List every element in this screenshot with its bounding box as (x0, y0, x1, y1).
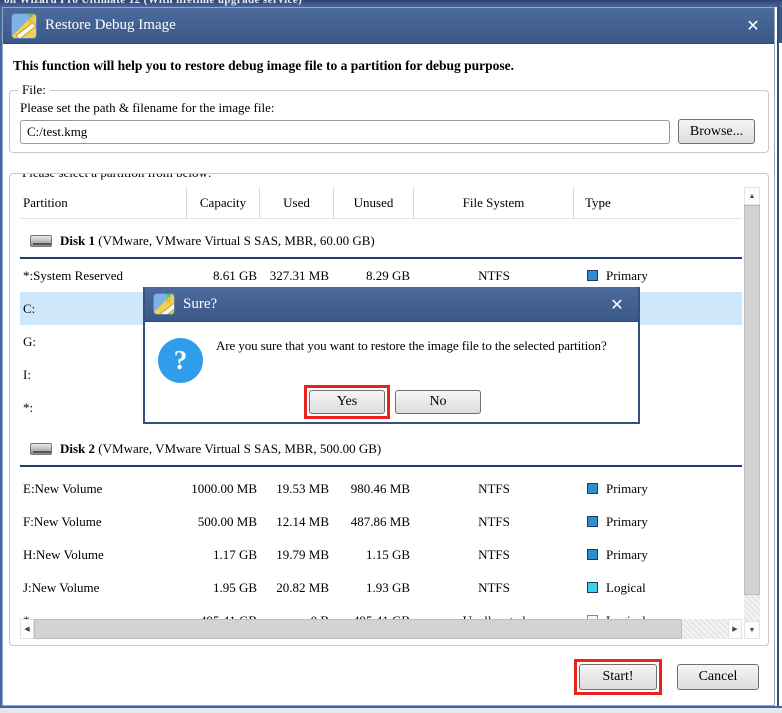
dialog-titlebar: Restore Debug Image ✕ (3, 8, 774, 44)
scroll-left-icon[interactable]: ◀ (20, 619, 34, 639)
yes-button[interactable]: Yes (309, 390, 385, 414)
confirm-message: Are you sure that you want to restore th… (216, 338, 607, 354)
primary-type-icon (587, 483, 598, 494)
table-header-row: Partition Capacity Used Unused File Syst… (20, 187, 742, 219)
question-icon: ? (158, 338, 203, 383)
horizontal-scrollbar-thumb[interactable] (34, 619, 682, 639)
start-button[interactable]: Start! (579, 664, 657, 690)
column-header-used[interactable]: Used (260, 187, 334, 218)
file-path-input[interactable] (20, 120, 670, 144)
file-path-label: Please set the path & filename for the i… (20, 100, 275, 116)
partition-name-cell: J:New Volume (20, 571, 187, 604)
capacity-cell: 1.17 GB (187, 538, 260, 571)
app-wand-icon (153, 293, 175, 315)
used-cell: 19.79 MB (260, 538, 334, 571)
column-header-file-system[interactable]: File System (414, 187, 574, 218)
primary-type-icon (587, 549, 598, 560)
used-cell: 12.14 MB (260, 505, 334, 538)
scroll-down-icon[interactable]: ▼ (744, 621, 760, 639)
type-label: Primary (606, 481, 648, 497)
browse-button[interactable]: Browse... (678, 119, 755, 144)
background-window-right-edge (777, 0, 779, 713)
close-icon[interactable]: ✕ (742, 15, 764, 37)
file-system-cell: NTFS (414, 538, 574, 571)
scroll-right-icon[interactable]: ▶ (728, 619, 742, 639)
column-header-type[interactable]: Type (574, 187, 742, 218)
partition-row[interactable]: J:New Volume1.95 GB20.82 MB1.93 GBNTFS Lo… (20, 571, 742, 604)
type-cell: Primary (574, 505, 742, 538)
horizontal-scrollbar[interactable]: ◀ ▶ (20, 619, 742, 639)
type-cell: Logical (574, 571, 742, 604)
background-window-title: on Wizard Pro Ultimate 12 (With lifetime… (4, 0, 302, 6)
partition-row[interactable]: F:New Volume500.00 MB12.14 MB487.86 MBNT… (20, 505, 742, 538)
column-header-partition[interactable]: Partition (20, 187, 187, 218)
partition-name-cell: F:New Volume (20, 505, 187, 538)
file-system-cell: NTFS (414, 505, 574, 538)
cancel-button[interactable]: Cancel (677, 664, 759, 690)
partition-row[interactable]: H:New Volume1.17 GB19.79 MB1.15 GBNTFS Pr… (20, 538, 742, 571)
partition-name-cell: E:New Volume (20, 472, 187, 505)
type-cell: Primary (574, 472, 742, 505)
type-label: Primary (606, 547, 648, 563)
partition-name-cell: H:New Volume (20, 538, 187, 571)
capacity-cell: 500.00 MB (187, 505, 260, 538)
partition-row[interactable]: E:New Volume1000.00 MB19.53 MB980.46 MBN… (20, 472, 742, 505)
disk-label: Disk 1 (60, 233, 95, 249)
file-groupbox-legend: File: (18, 82, 50, 98)
unused-cell: 487.86 MB (334, 505, 414, 538)
type-label: Primary (606, 514, 648, 530)
capacity-cell: 1000.00 MB (187, 472, 260, 505)
vertical-scrollbar-thumb[interactable] (744, 205, 760, 595)
unused-cell: 980.46 MB (334, 472, 414, 505)
disk-icon (30, 443, 52, 455)
disk-icon (30, 235, 52, 247)
confirm-dialog-titlebar: Sure? ✕ (145, 287, 638, 322)
file-system-cell: NTFS (414, 571, 574, 604)
no-button[interactable]: No (395, 390, 481, 414)
disk-detail: (VMware, VMware Virtual S SAS, MBR, 500.… (95, 441, 381, 457)
background-window-titlebar: on Wizard Pro Ultimate 12 (With lifetime… (0, 0, 782, 7)
partition-groupbox-legend: Please select a partition from below: (18, 173, 216, 181)
horizontal-scrollbar-track[interactable] (682, 619, 728, 639)
vertical-scrollbar-track[interactable] (744, 595, 760, 621)
used-cell: 19.53 MB (260, 472, 334, 505)
close-icon[interactable]: ✕ (606, 294, 628, 316)
logical-type-icon (587, 582, 598, 593)
confirm-dialog: Sure? ✕ ? Are you sure that you want to … (143, 287, 640, 424)
disk-row[interactable]: Disk 2 (VMware, VMware Virtual S SAS, MB… (20, 432, 742, 467)
disk-label: Disk 2 (60, 441, 95, 457)
disk-row[interactable]: Disk 1 (VMware, VMware Virtual S SAS, MB… (20, 224, 742, 259)
type-label: Logical (606, 580, 646, 596)
type-label: Primary (606, 268, 648, 284)
app-wand-icon (11, 13, 37, 39)
capacity-cell: 1.95 GB (187, 571, 260, 604)
primary-type-icon (587, 270, 598, 281)
unused-cell: 1.93 GB (334, 571, 414, 604)
confirm-dialog-title: Sure? (183, 296, 217, 313)
background-window-bottom-edge (0, 706, 782, 713)
file-system-cell: NTFS (414, 472, 574, 505)
type-cell: Primary (574, 538, 742, 571)
column-header-capacity[interactable]: Capacity (187, 187, 260, 218)
file-groupbox: File: Please set the path & filename for… (9, 90, 769, 153)
vertical-scrollbar[interactable]: ▲ ▼ (744, 187, 760, 639)
unused-cell: 1.15 GB (334, 538, 414, 571)
dialog-title: Restore Debug Image (45, 17, 176, 34)
primary-type-icon (587, 516, 598, 527)
column-header-unused[interactable]: Unused (334, 187, 414, 218)
dialog-description: This function will help you to restore d… (13, 58, 514, 74)
used-cell: 20.82 MB (260, 571, 334, 604)
scroll-up-icon[interactable]: ▲ (744, 187, 760, 205)
disk-detail: (VMware, VMware Virtual S SAS, MBR, 60.0… (95, 233, 375, 249)
